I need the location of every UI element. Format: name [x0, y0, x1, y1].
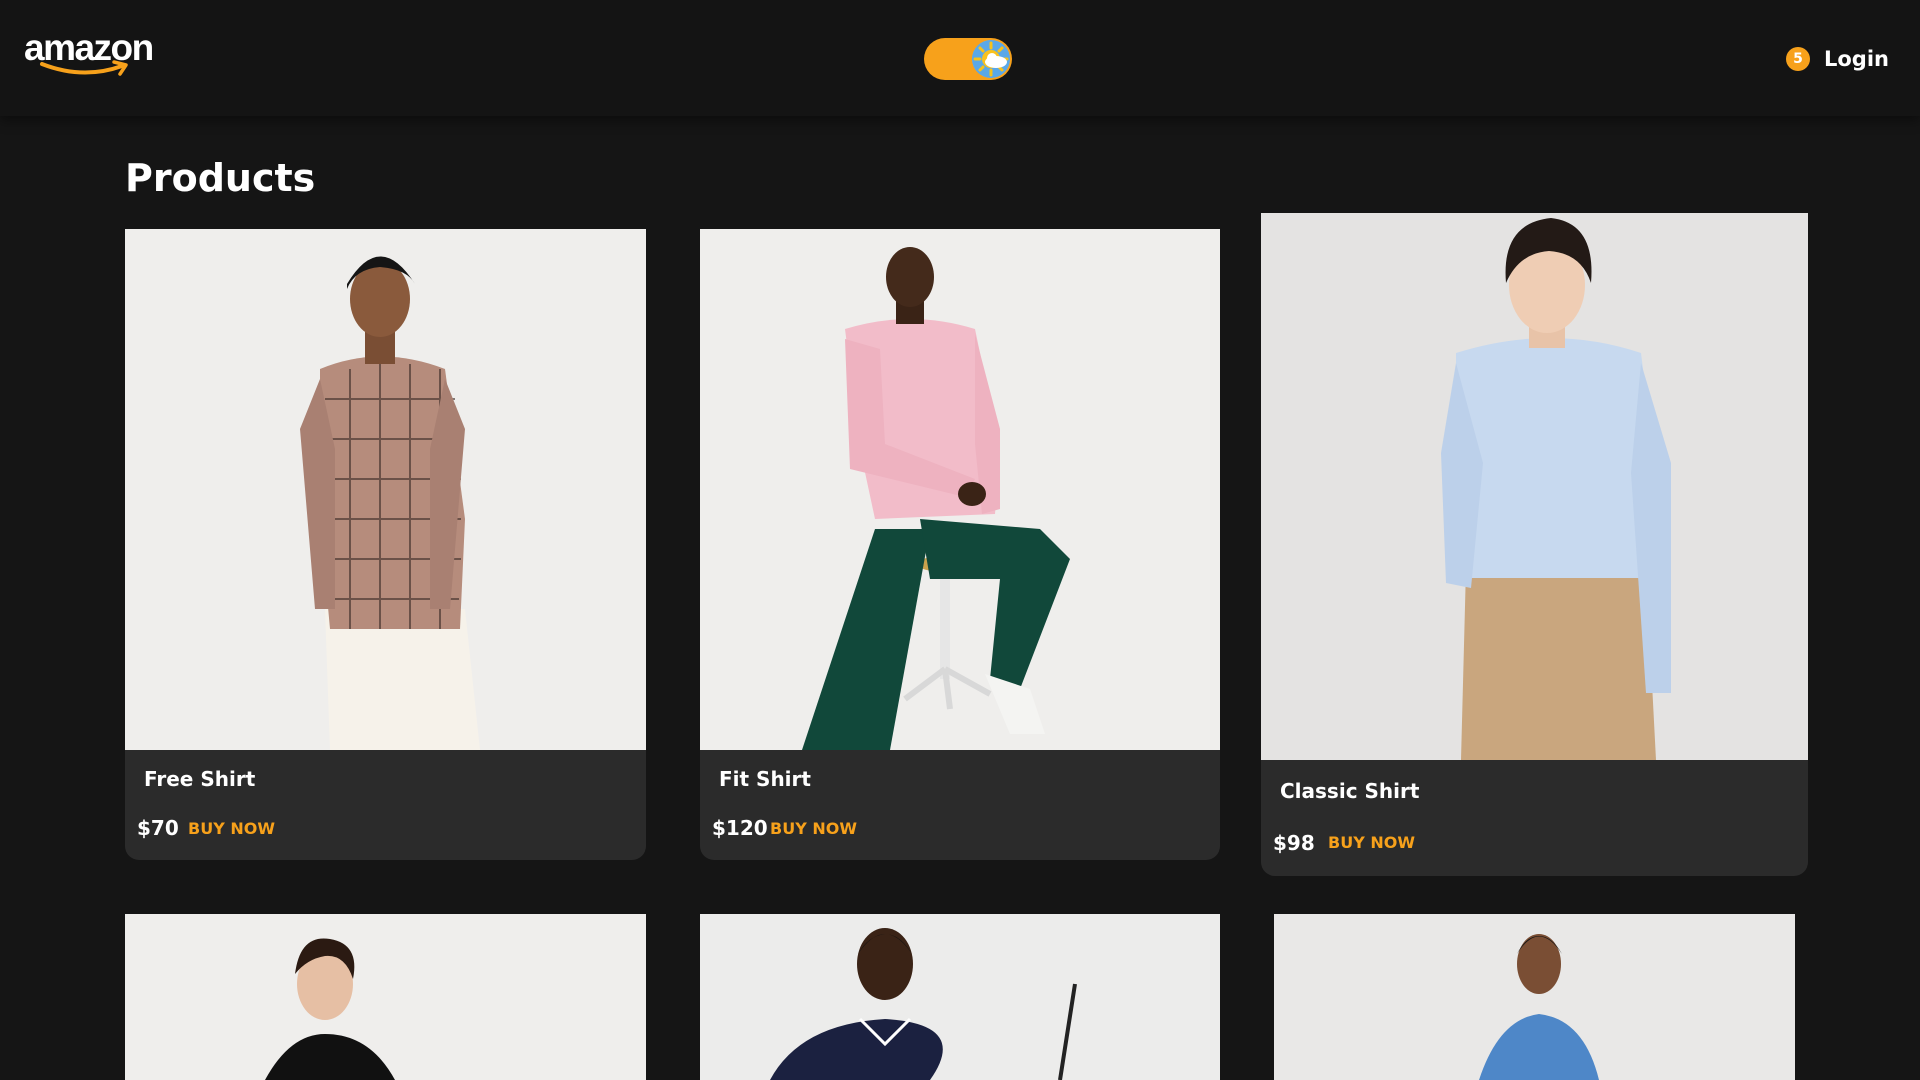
buy-now-button[interactable]: BUY NOW — [1328, 830, 1415, 856]
cart-count-badge[interactable]: 5 — [1786, 47, 1810, 71]
product-price: $120 — [712, 816, 768, 840]
amazon-logo[interactable]: amazon — [24, 26, 154, 78]
product-name: Classic Shirt — [1280, 779, 1420, 803]
product-image[interactable] — [700, 229, 1220, 750]
product-price: $98 — [1273, 831, 1315, 855]
product-name: Fit Shirt — [719, 767, 811, 791]
product-card[interactable] — [1274, 914, 1795, 1080]
product-image[interactable] — [125, 229, 646, 750]
product-image[interactable] — [125, 914, 646, 1080]
product-image[interactable] — [1274, 914, 1795, 1080]
product-card[interactable]: Free Shirt $70 BUY NOW — [125, 229, 646, 860]
product-card[interactable]: Fit Shirt $120 BUY NOW — [700, 229, 1220, 860]
product-price: $70 — [137, 816, 179, 840]
buy-now-button[interactable]: BUY NOW — [188, 816, 275, 842]
product-name: Free Shirt — [144, 767, 256, 791]
product-card[interactable]: Classic Shirt $98 BUY NOW — [1261, 213, 1808, 876]
product-card[interactable] — [125, 914, 646, 1080]
product-image[interactable] — [700, 914, 1220, 1080]
theme-toggle[interactable] — [924, 38, 1012, 80]
top-navigation-bar: amazon 5 Login — [0, 0, 1920, 116]
smile-arrow-icon — [40, 60, 128, 76]
login-link[interactable]: Login — [1824, 44, 1889, 74]
buy-now-button[interactable]: BUY NOW — [770, 816, 857, 842]
page-title: Products — [125, 156, 316, 200]
sun-cloud-icon — [972, 40, 1010, 78]
product-card[interactable] — [700, 914, 1220, 1080]
product-image[interactable] — [1261, 213, 1808, 760]
